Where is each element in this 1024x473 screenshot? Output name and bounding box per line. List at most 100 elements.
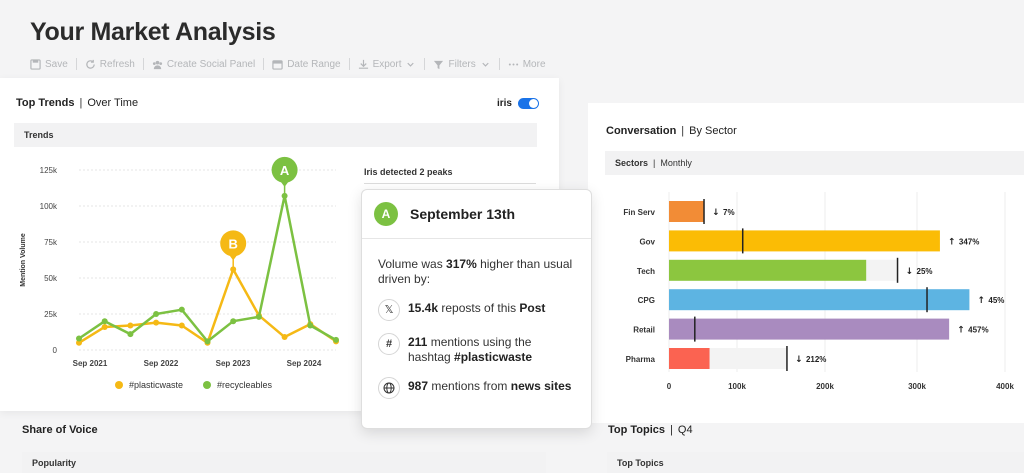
popularity-subheader: Popularity: [22, 452, 546, 473]
hashtag-count: 211: [408, 335, 428, 349]
data-point: [127, 322, 134, 329]
hashtag-text: 211 mentions using the hashtag #plasticw…: [408, 335, 575, 365]
popup-row-news[interactable]: 987 mentions from news sites: [378, 377, 575, 399]
category-label: Gov: [639, 237, 655, 246]
y-tick-label: 50k: [44, 274, 58, 283]
change-label: 25%: [917, 267, 933, 276]
category-label: CPG: [638, 296, 655, 305]
popup-intro: Volume was 317% higher than usual driven…: [378, 257, 575, 287]
legend-label: #recycleables: [217, 380, 273, 390]
category-label: Retail: [633, 326, 655, 335]
x-tick-label: 400k: [996, 382, 1014, 391]
change-arrow: ↓: [906, 267, 914, 277]
data-point: [178, 306, 185, 313]
popup-date: September 13th: [410, 206, 516, 222]
bar: [669, 318, 950, 340]
data-point: [101, 318, 108, 325]
change-arrow: ↑: [957, 326, 965, 336]
change-label: 7%: [723, 208, 735, 217]
y-tick-label: 0: [53, 346, 58, 355]
reposts-mid: reposts of this: [438, 301, 520, 315]
change-label: 457%: [968, 326, 988, 335]
legend-dot: [115, 381, 123, 389]
header-separator: |: [670, 424, 673, 436]
change-label: 212%: [806, 355, 826, 364]
data-point: [230, 318, 237, 325]
intro-percent: 317%: [446, 257, 477, 271]
x-tick-label: 0: [667, 382, 672, 391]
category-label: Pharma: [626, 355, 656, 364]
reposts-text: 15.4k reposts of this Post: [408, 301, 545, 316]
category-label: Fin Serv: [623, 208, 655, 217]
x-tick-label: 300k: [908, 382, 926, 391]
intro-prefix: Volume was: [378, 257, 447, 271]
legend-dot: [203, 381, 212, 389]
y-tick-label: 75k: [44, 238, 58, 247]
y-tick-label: 100k: [40, 202, 58, 211]
y-tick-label: 25k: [44, 310, 58, 319]
top-topics-label: Top Topics: [617, 457, 664, 468]
bar: [669, 289, 970, 311]
top-topics-header: Top Topics | Q4: [608, 424, 693, 436]
data-point: [255, 313, 262, 320]
category-label: Tech: [637, 267, 655, 276]
data-point: [127, 331, 134, 338]
popup-row-hashtag[interactable]: # 211 mentions using the hashtag #plasti…: [378, 333, 575, 365]
popularity-label: Popularity: [32, 457, 77, 468]
change-label: 347%: [959, 237, 979, 246]
reposts-post: Post: [519, 301, 546, 315]
x-tick-label: 200k: [816, 382, 834, 391]
y-tick-label: 125k: [40, 166, 58, 175]
legend-item-recycleables[interactable]: #recycleables: [203, 380, 272, 390]
news-mid: mentions from: [428, 379, 511, 393]
x-tick-label: Sep 2024: [287, 359, 322, 368]
data-point: [333, 336, 339, 343]
reposts-count: 15.4k: [408, 301, 439, 315]
top-topics-title: Top Topics: [608, 424, 666, 436]
top-topics-period: Q4: [677, 424, 693, 436]
x-logo-icon: 𝕏: [378, 299, 400, 321]
data-point: [307, 322, 314, 329]
globe-icon: [378, 377, 400, 399]
change-label: 45%: [988, 296, 1004, 305]
change-arrow: ↑: [977, 296, 985, 306]
news-count: 987: [408, 379, 429, 393]
bar: [669, 230, 940, 252]
data-point: [281, 334, 288, 341]
legend-item-plasticwaste[interactable]: #plasticwaste: [115, 380, 183, 390]
peak-marker-label: A: [280, 163, 290, 178]
popup-intro-text: Volume was 317% higher than usual driven…: [378, 257, 575, 287]
peak-marker-label: B: [229, 236, 238, 251]
trends-legend: #plasticwaste #recycleables: [115, 380, 272, 390]
bar-remainder: [866, 259, 898, 281]
peak-detail-popup: A September 13th Volume was 317% higher …: [361, 189, 592, 429]
change-arrow: ↓: [795, 355, 803, 365]
data-point: [101, 323, 108, 330]
x-tick-label: 100k: [728, 382, 746, 391]
popup-row-reposts[interactable]: 𝕏 15.4k reposts of this Post: [378, 299, 575, 321]
data-point: [153, 311, 160, 317]
share-of-voice-title: Share of Voice: [22, 424, 98, 436]
data-point: [76, 335, 82, 342]
legend-label: #plasticwaste: [129, 380, 184, 390]
bar: [669, 201, 705, 222]
bar: [669, 259, 867, 281]
change-arrow: ↑: [948, 237, 956, 247]
hashtag-icon: #: [378, 333, 400, 355]
peak-badge: A: [374, 202, 398, 226]
x-tick-label: Sep 2022: [144, 359, 179, 368]
bar-remainder: [709, 348, 787, 369]
data-point: [178, 322, 185, 329]
y-axis-label: Mention Volume: [20, 233, 27, 287]
series-line: [78, 268, 337, 345]
data-point: [153, 319, 160, 326]
news-sites: news sites: [510, 379, 572, 393]
top-topics-subheader: Top Topics: [607, 452, 1024, 473]
hashtag-name: #plasticwaste: [454, 350, 533, 364]
series-line: [78, 194, 337, 343]
news-text: 987 mentions from news sites: [408, 379, 571, 394]
x-tick-label: Sep 2021: [73, 359, 108, 368]
change-arrow: ↓: [712, 208, 720, 218]
x-tick-label: Sep 2023: [216, 359, 251, 368]
bar: [669, 348, 710, 369]
